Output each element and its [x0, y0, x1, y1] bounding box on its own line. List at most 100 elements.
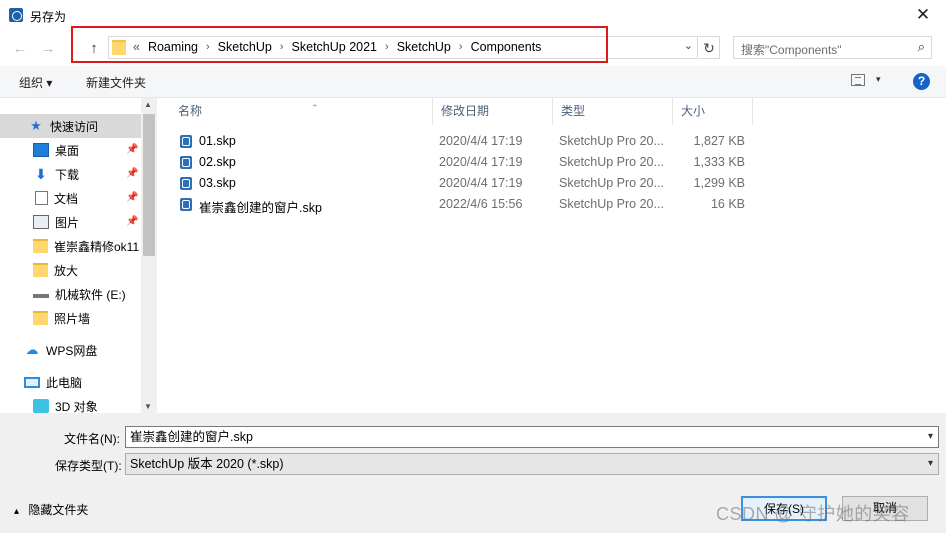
breadcrumb-item-roaming[interactable]: Roaming — [148, 40, 198, 54]
column-header-type[interactable]: 类型 — [553, 98, 673, 125]
scroll-down-icon[interactable]: ▼ — [144, 402, 152, 411]
file-list: 名称 ⌃ 修改日期 类型 大小 01.skp 2020/4/4 17:19 Sk… — [157, 98, 946, 413]
refresh-button[interactable]: ↻ — [699, 36, 720, 59]
sidebar-item-label: 图片 — [55, 215, 80, 230]
folder-icon — [112, 40, 126, 55]
hide-folders-label: 隐藏文件夹 — [28, 503, 89, 517]
sidebar-item-desktop[interactable]: 桌面 📌 — [0, 138, 141, 162]
file-size: 16 KB — [710, 197, 745, 211]
sidebar-item-wps-drive[interactable]: ☁ WPS网盘 — [0, 338, 141, 362]
file-row[interactable]: 02.skp 2020/4/4 17:19 SketchUp Pro 20...… — [174, 152, 754, 173]
sidebar-item-folder-cuichongxin[interactable]: 崔崇鑫精修ok11 — [0, 234, 141, 258]
chevron-down-icon[interactable]: ▾ — [928, 454, 933, 474]
sidebar-scrollbar[interactable]: ▲ ▼ — [141, 98, 157, 413]
breadcrumb-item-sketchup-2021[interactable]: SketchUp 2021 — [292, 40, 377, 54]
sidebar-item-label: 此电脑 — [46, 375, 83, 390]
save-as-dialog: 另存为 ✕ ← → ↑ « Roaming › SketchUp › Sketc… — [0, 0, 946, 533]
file-type: SketchUp Pro 20... — [559, 197, 664, 211]
file-size: 1,827 KB — [693, 134, 745, 148]
folder-icon — [33, 263, 48, 277]
sidebar-item-pictures[interactable]: 图片 📌 — [0, 210, 141, 234]
sidebar-item-label: 桌面 — [55, 143, 80, 158]
sidebar-item-label: 崔崇鑫精修ok11 — [54, 239, 140, 254]
file-size: 1,299 KB — [693, 176, 745, 190]
search-box[interactable]: 搜索"Components" ⌕ — [733, 36, 932, 59]
navigation-pane: ★ 快速访问 桌面 📌 ⬇ 下载 📌 文档 📌 图片 📌 崔崇鑫精修ok11 放… — [0, 98, 157, 413]
help-button[interactable]: ? — [913, 73, 930, 90]
file-row[interactable]: 崔崇鑫创建的窗户.skp 2022/4/6 15:56 SketchUp Pro… — [174, 194, 754, 215]
sidebar-item-downloads[interactable]: ⬇ 下载 📌 — [0, 162, 141, 186]
chevron-right-icon[interactable]: › — [385, 41, 389, 53]
breadcrumb-overflow[interactable]: « — [133, 40, 140, 54]
file-size: 1,333 KB — [693, 155, 745, 169]
sidebar-item-drive-e[interactable]: 机械软件 (E:) — [0, 282, 141, 306]
3d-objects-icon — [33, 399, 49, 413]
sidebar-item-folder-zoom[interactable]: 放大 — [0, 258, 141, 282]
file-name: 02.skp — [199, 155, 236, 169]
column-header-label: 修改日期 — [441, 104, 490, 118]
pin-icon: 📌 — [126, 216, 139, 227]
sidebar-item-quick-access[interactable]: ★ 快速访问 — [0, 114, 141, 138]
chevron-down-icon[interactable]: ▾ — [928, 427, 933, 447]
column-header-size[interactable]: 大小 — [673, 98, 753, 125]
column-header-label: 名称 — [178, 104, 203, 118]
back-button[interactable]: ← — [9, 38, 31, 60]
chevron-right-icon[interactable]: › — [206, 41, 210, 53]
view-dropdown[interactable]: ▾ — [876, 74, 881, 85]
star-icon: ★ — [30, 118, 42, 133]
search-icon[interactable]: ⌕ — [918, 39, 925, 55]
folder-icon — [33, 311, 48, 325]
skp-file-icon — [180, 177, 192, 190]
sidebar-item-documents[interactable]: 文档 📌 — [0, 186, 141, 210]
hide-folders-toggle[interactable]: ▴ 隐藏文件夹 — [14, 501, 88, 518]
column-header-date[interactable]: 修改日期 — [433, 98, 553, 125]
sidebar-item-label: 照片墙 — [54, 311, 91, 326]
scrollbar-thumb[interactable] — [143, 114, 155, 256]
scroll-up-icon[interactable]: ▲ — [144, 100, 152, 109]
search-placeholder: 搜索"Components" — [741, 43, 842, 57]
sidebar-item-3d-objects[interactable]: 3D 对象 — [0, 394, 141, 413]
file-name: 03.skp — [199, 176, 236, 190]
close-button[interactable]: ✕ — [900, 0, 946, 32]
column-header-name[interactable]: 名称 ⌃ — [170, 98, 433, 125]
organize-menu[interactable]: 组织 ▾ — [19, 74, 52, 91]
download-icon: ⬇ — [35, 166, 47, 182]
filename-field[interactable]: 崔崇鑫创建的窗户.skp ▾ — [125, 426, 939, 448]
file-row[interactable]: 01.skp 2020/4/4 17:19 SketchUp Pro 20...… — [174, 131, 754, 152]
drive-icon — [33, 290, 49, 298]
cloud-icon: ☁ — [25, 342, 39, 357]
picture-icon — [33, 215, 49, 229]
sketchup-app-icon — [9, 8, 23, 22]
breadcrumb-item-sketchup-sub[interactable]: SketchUp — [397, 40, 451, 54]
window-title: 另存为 — [30, 10, 67, 24]
new-folder-button[interactable]: 新建文件夹 — [86, 74, 146, 91]
filetype-label: 保存类型(T): — [55, 459, 122, 473]
file-type: SketchUp Pro 20... — [559, 176, 664, 190]
file-row[interactable]: 03.skp 2020/4/4 17:19 SketchUp Pro 20...… — [174, 173, 754, 194]
breadcrumb: « Roaming › SketchUp › SketchUp 2021 › S… — [133, 40, 541, 54]
breadcrumb-item-components[interactable]: Components — [471, 40, 542, 54]
folder-icon — [33, 239, 48, 253]
filetype-select[interactable]: SketchUp 版本 2020 (*.skp) ▾ — [125, 453, 939, 475]
sidebar-item-this-pc[interactable]: 此电脑 — [0, 370, 141, 394]
file-name: 01.skp — [199, 134, 236, 148]
address-bar[interactable]: « Roaming › SketchUp › SketchUp 2021 › S… — [108, 36, 698, 59]
forward-button[interactable]: → — [37, 38, 59, 60]
view-options-icon[interactable] — [851, 74, 865, 86]
desktop-icon — [33, 143, 49, 157]
pin-icon: 📌 — [126, 144, 139, 155]
chevron-right-icon[interactable]: › — [280, 41, 284, 53]
sidebar-item-label: 放大 — [54, 263, 79, 278]
chevron-up-icon: ▴ — [14, 506, 20, 517]
up-button[interactable]: ↑ — [83, 38, 105, 60]
sidebar-item-photo-wall[interactable]: 照片墙 — [0, 306, 141, 330]
address-history-dropdown[interactable]: ⌄ — [684, 39, 693, 52]
skp-file-icon — [180, 198, 192, 211]
skp-file-icon — [180, 135, 192, 148]
pin-icon: 📌 — [126, 192, 139, 203]
watermark: CSDN @ 守护她的笑容 — [716, 504, 910, 524]
file-type: SketchUp Pro 20... — [559, 134, 664, 148]
chevron-right-icon[interactable]: › — [459, 41, 463, 53]
breadcrumb-item-sketchup[interactable]: SketchUp — [218, 40, 272, 54]
column-header-label: 类型 — [561, 104, 586, 118]
